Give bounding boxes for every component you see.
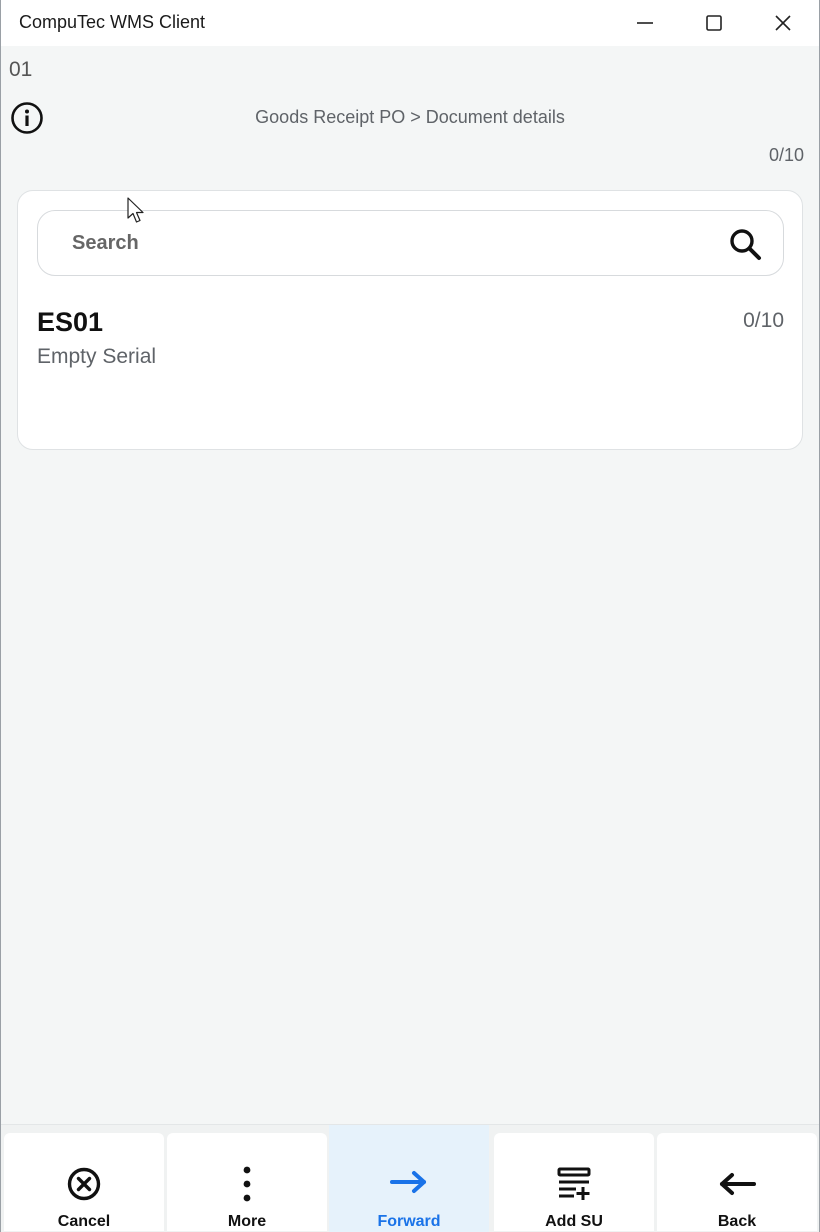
breadcrumb: Goods Receipt PO > Document details xyxy=(255,107,565,127)
search-input[interactable] xyxy=(72,225,712,261)
add-su-button[interactable]: Add SU xyxy=(494,1133,654,1231)
back-button[interactable]: Back xyxy=(657,1133,817,1231)
item-description: Empty Serial xyxy=(37,345,157,368)
cancel-button[interactable]: Cancel xyxy=(4,1133,164,1231)
back-label: Back xyxy=(717,1213,757,1230)
more-button[interactable]: More xyxy=(167,1133,327,1231)
search-icon[interactable] xyxy=(728,227,762,261)
arrow-left-icon xyxy=(720,1173,756,1195)
search-box[interactable] xyxy=(37,210,784,276)
list-item[interactable]: ES01 Empty Serial 0/10 xyxy=(37,307,784,377)
minimize-icon xyxy=(637,22,653,24)
title-bar: CompuTec WMS Client xyxy=(0,0,820,46)
arrow-right-icon xyxy=(390,1171,426,1193)
add-su-label: Add SU xyxy=(545,1213,603,1230)
item-code: ES01 xyxy=(37,307,104,337)
more-vertical-icon xyxy=(243,1166,251,1202)
document-code: 01 xyxy=(9,58,33,81)
item-count: 0/10 xyxy=(743,309,784,332)
window-border xyxy=(0,0,820,1232)
close-icon xyxy=(775,15,791,31)
add-storage-unit-icon xyxy=(557,1167,591,1200)
items-card: ES01 Empty Serial 0/10 xyxy=(17,190,803,450)
forward-button[interactable]: Forward xyxy=(329,1125,489,1232)
cancel-label: Cancel xyxy=(57,1213,111,1230)
mouse-cursor-icon xyxy=(127,197,144,223)
cancel-icon xyxy=(67,1167,101,1201)
more-label: More xyxy=(227,1213,267,1230)
maximize-icon xyxy=(706,15,722,31)
forward-label: Forward xyxy=(377,1213,441,1230)
close-button[interactable] xyxy=(749,0,817,46)
window-title: CompuTec WMS Client xyxy=(19,12,206,32)
bottom-toolbar: Cancel More Forward Add SU Back xyxy=(0,1124,820,1232)
maximize-button[interactable] xyxy=(680,0,748,46)
document-counter: 0/10 xyxy=(768,145,804,165)
minimize-button[interactable] xyxy=(611,0,679,46)
